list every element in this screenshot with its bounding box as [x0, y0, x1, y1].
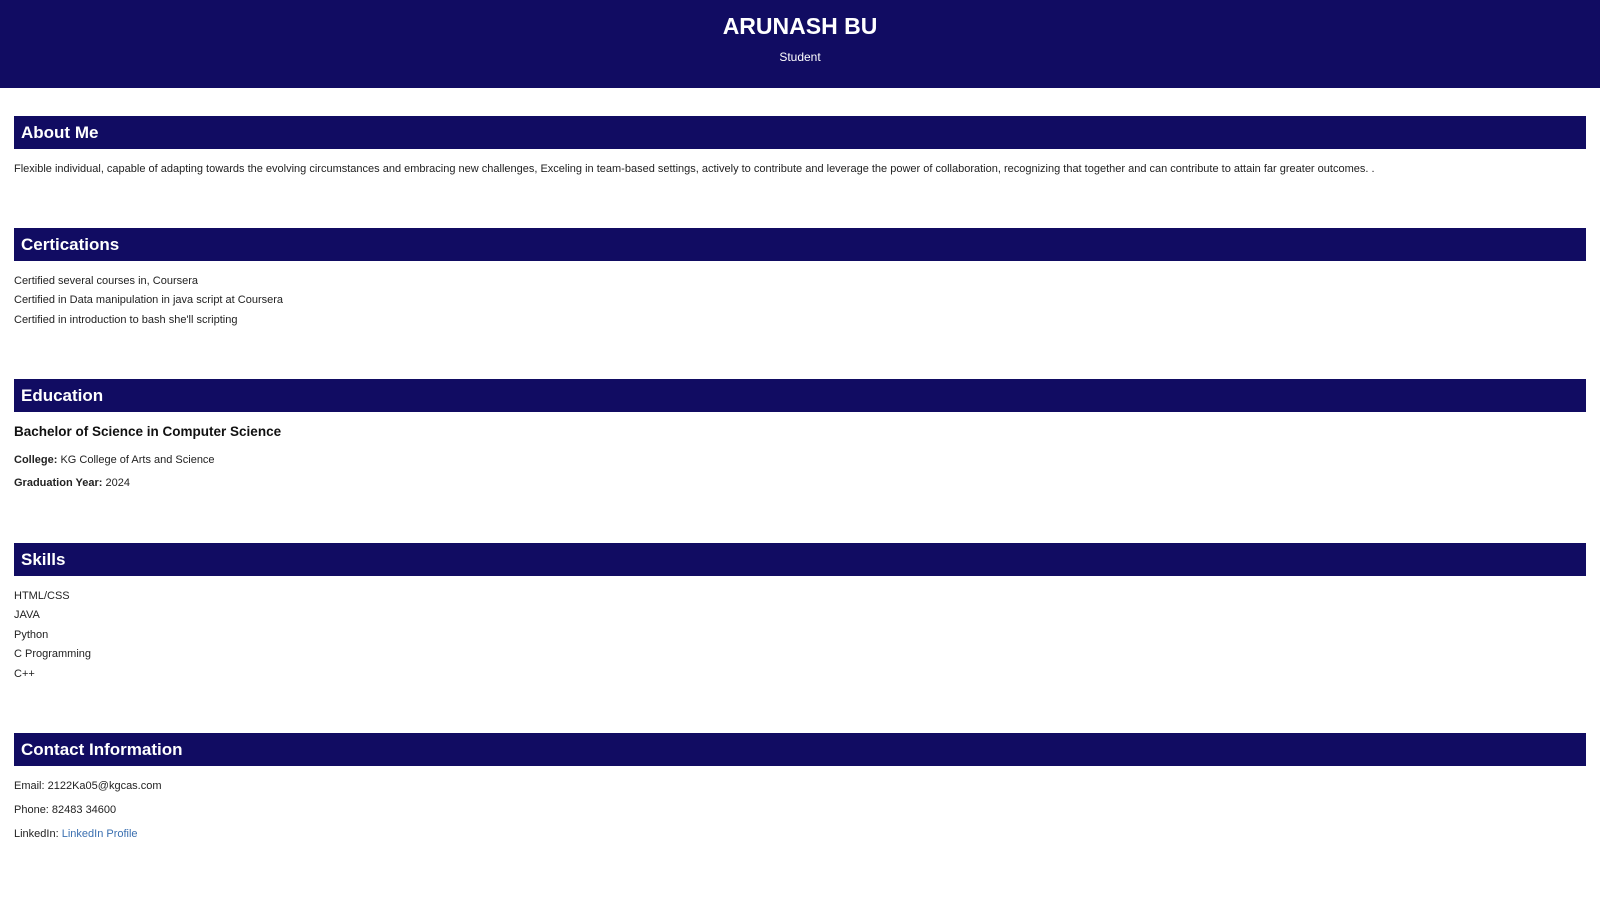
page-header: ARUNASH BU Student — [0, 0, 1600, 88]
contact-phone: Phone: 82483 34600 — [14, 804, 117, 816]
degree-title: Bachelor of Science in Computer Science — [14, 424, 282, 439]
skill-item: HTML/CSS — [14, 590, 70, 602]
certification-item: Certified in introduction to bash she'll… — [14, 314, 238, 326]
graduation-year-label: Graduation Year: — [14, 477, 103, 489]
about-text: Flexible individual, capable of adapting… — [14, 163, 1375, 175]
certifications-heading: Certications — [14, 228, 1586, 261]
certification-item: Certified in Data manipulation in java s… — [14, 294, 284, 306]
college-line: College: KG College of Arts and Science — [14, 453, 215, 467]
linkedin-profile-link[interactable]: LinkedIn Profile — [62, 828, 138, 840]
profile-role: Student — [779, 50, 821, 64]
skills-heading: Skills — [14, 543, 1586, 576]
skill-item: Python — [14, 629, 49, 641]
certification-item: Certified several courses in, Coursera — [14, 275, 199, 287]
skill-item: C Programming — [14, 648, 92, 660]
profile-name: ARUNASH BU — [722, 13, 878, 39]
education-heading: Education — [14, 379, 1586, 412]
graduation-year-line: Graduation Year: 2024 — [14, 476, 130, 490]
contact-linkedin: LinkedIn: LinkedIn Profile — [14, 827, 138, 841]
contact-heading: Contact Information — [14, 733, 1586, 766]
skill-item: C++ — [14, 668, 35, 680]
graduation-year-value: 2024 — [105, 477, 130, 489]
contact-email: Email: 2122Ka05@kgcas.com — [14, 780, 162, 792]
college-label: College: — [14, 454, 58, 466]
linkedin-label: LinkedIn: — [14, 828, 59, 840]
about-heading: About Me — [14, 116, 1586, 149]
college-value: KG College of Arts and Science — [60, 454, 215, 466]
skill-item: JAVA — [14, 609, 40, 621]
